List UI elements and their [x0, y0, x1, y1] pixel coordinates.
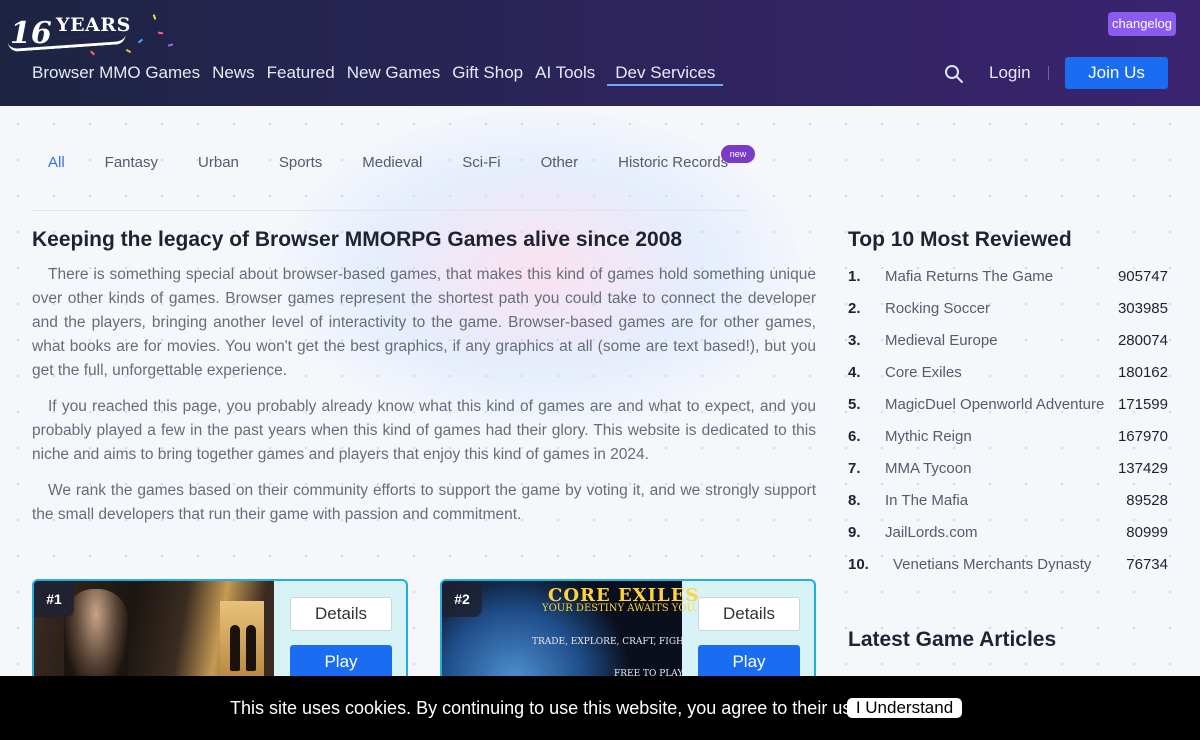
confetti: [167, 43, 174, 47]
game-name[interactable]: Core Exiles: [885, 361, 962, 385]
divider: [1048, 66, 1049, 80]
list-item[interactable]: 2. Rocking Soccer 303985: [848, 297, 1168, 329]
game-name[interactable]: Mythic Reign: [885, 425, 972, 449]
confetti: [125, 48, 132, 54]
vote-count: 280074: [1117, 332, 1168, 349]
game-card: #1 Details Play: [32, 579, 408, 689]
join-button[interactable]: Join Us: [1065, 57, 1168, 89]
rank-badge: #2: [442, 581, 482, 617]
list-item[interactable]: 7. MMA Tycoon 137429: [848, 457, 1168, 489]
vote-count: 89528: [1126, 492, 1168, 509]
intro-paragraph: We rank the games based on their communi…: [32, 482, 816, 523]
site-logo[interactable]: 16 YEARS: [6, 10, 186, 56]
silhouette: [230, 625, 240, 671]
game-name[interactable]: In The Mafia: [885, 489, 968, 513]
rank-number: 10.: [848, 556, 869, 573]
vote-count: 167970: [1117, 428, 1168, 445]
category-tabs: All Fantasy Urban Sports Medieval Sci-Fi…: [48, 152, 768, 174]
tab-urban[interactable]: Urban: [198, 152, 239, 174]
tab-sci-fi[interactable]: Sci-Fi: [462, 152, 500, 174]
tab-medieval[interactable]: Medieval: [362, 152, 422, 174]
play-button[interactable]: Play: [698, 645, 800, 679]
vote-count: 80999: [1126, 524, 1168, 541]
game-name[interactable]: Mafia Returns The Game: [885, 265, 1053, 289]
vote-count: 303985: [1117, 300, 1168, 317]
rank-number: 3.: [848, 332, 861, 349]
top-reviewed-list: 1. Mafia Returns The Game 905747 2. Rocking…: [848, 265, 1168, 585]
confetti: [137, 38, 144, 44]
game-name[interactable]: MMA Tycoon: [885, 457, 971, 481]
confetti: [90, 50, 95, 56]
nav-new-games[interactable]: New Games: [347, 62, 441, 86]
new-badge: new: [721, 145, 755, 163]
rank-number: 6.: [848, 428, 861, 445]
main-nav: Browser MMO Games News Featured New Game…: [32, 62, 735, 86]
search-icon[interactable]: [944, 64, 964, 84]
list-item[interactable]: 1. Mafia Returns The Game 905747: [848, 265, 1168, 297]
changelog-badge[interactable]: changelog: [1108, 12, 1176, 36]
game-name[interactable]: Venetians Merchants Dynasty: [893, 553, 1091, 577]
cookie-message: This site uses cookies. By continuing to…: [230, 698, 867, 718]
rank-number: 7.: [848, 460, 861, 477]
intro-paragraph: If you reached this page, you probably a…: [32, 398, 816, 463]
game-name[interactable]: Rocking Soccer: [885, 297, 990, 321]
list-item[interactable]: 9. JailLords.com 80999: [848, 521, 1168, 553]
list-item[interactable]: 6. Mythic Reign 167970: [848, 425, 1168, 457]
details-button[interactable]: Details: [698, 597, 800, 631]
game-name[interactable]: Medieval Europe: [885, 329, 998, 353]
vote-count: 905747: [1117, 268, 1168, 285]
nav-browser-mmo-games[interactable]: Browser MMO Games: [32, 62, 200, 86]
tabs-divider: [32, 210, 748, 211]
banner-tagline: TRADE, EXPLORE, CRAFT, FIGHT: [532, 637, 690, 647]
cookie-banner: This site uses cookies. By continuing to…: [0, 676, 1200, 740]
rank-number: 8.: [848, 492, 861, 509]
nav-dev-services[interactable]: Dev Services: [607, 62, 724, 86]
confetti: [152, 14, 157, 20]
logo-label: YEARS: [56, 14, 131, 36]
banner-subtitle: YOUR DESTINY AWAITS YOU...: [542, 603, 704, 614]
tab-sports[interactable]: Sports: [279, 152, 322, 174]
list-item[interactable]: 4. Core Exiles 180162: [848, 361, 1168, 393]
page-title: Keeping the legacy of Browser MMORPG Gam…: [32, 228, 683, 251]
rank-number: 4.: [848, 364, 861, 381]
login-link[interactable]: Login: [989, 62, 1031, 84]
site-header: 16 YEARS changelog Browser MMO Games New…: [0, 0, 1200, 106]
rank-number: 1.: [848, 268, 861, 285]
list-item[interactable]: 3. Medieval Europe 280074: [848, 329, 1168, 361]
tab-fantasy[interactable]: Fantasy: [105, 152, 158, 174]
cookie-accept-button[interactable]: I Understand: [847, 698, 962, 718]
list-item[interactable]: 5. MagicDuel Openworld Adventure 171599: [848, 393, 1168, 425]
game-name[interactable]: MagicDuel Openworld Adventure: [885, 393, 1104, 417]
latest-articles-title: Latest Game Articles: [848, 628, 1057, 651]
tab-other[interactable]: Other: [541, 152, 579, 174]
vote-count: 171599: [1117, 396, 1168, 413]
tab-all[interactable]: All: [48, 152, 65, 174]
nav-featured[interactable]: Featured: [267, 62, 335, 86]
play-button[interactable]: Play: [290, 645, 392, 679]
vote-count: 180162: [1117, 364, 1168, 381]
details-button[interactable]: Details: [290, 597, 392, 631]
nav-news[interactable]: News: [212, 62, 255, 86]
list-item[interactable]: 10. Venetians Merchants Dynasty 76734: [848, 553, 1168, 585]
nav-gift-shop[interactable]: Gift Shop: [452, 62, 523, 86]
top-reviewed-title: Top 10 Most Reviewed: [848, 228, 1072, 251]
rank-number: 9.: [848, 524, 861, 541]
silhouette: [246, 625, 256, 671]
tab-historic-records[interactable]: Historic Records: [618, 152, 728, 174]
vote-count: 137429: [1117, 460, 1168, 477]
rank-number: 2.: [848, 300, 861, 317]
game-name[interactable]: JailLords.com: [885, 521, 978, 545]
nav-ai-tools[interactable]: AI Tools: [535, 62, 595, 86]
rank-number: 5.: [848, 396, 861, 413]
door-light: [220, 601, 264, 681]
confetti: [157, 31, 164, 35]
list-item[interactable]: 8. In The Mafia 89528: [848, 489, 1168, 521]
vote-count: 76734: [1126, 556, 1168, 573]
game-card: CORE EXILES YOUR DESTINY AWAITS YOU... T…: [440, 579, 816, 689]
intro-paragraph: There is something special about browser…: [32, 266, 816, 379]
rank-badge: #1: [34, 581, 74, 617]
